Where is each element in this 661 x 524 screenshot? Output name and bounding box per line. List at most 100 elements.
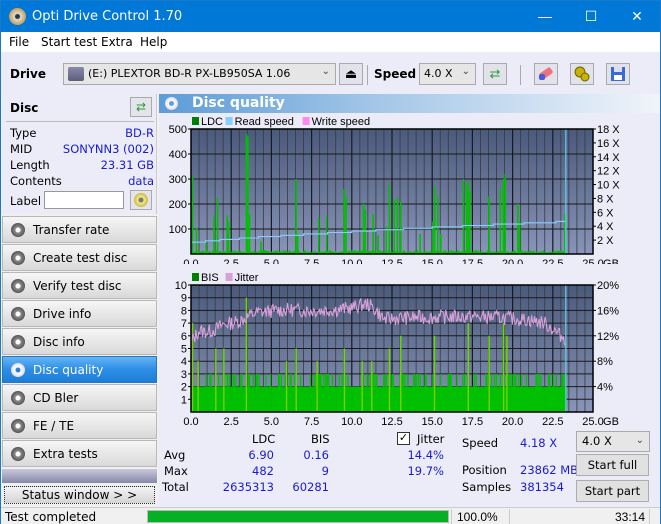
ldc-bar-spike xyxy=(519,221,521,254)
nav-extra-tests[interactable]: Extra tests xyxy=(2,440,157,467)
label-input[interactable] xyxy=(44,191,124,209)
nav-drive-info[interactable]: Drive info xyxy=(2,300,157,327)
start-part-button[interactable]: Start part xyxy=(576,480,649,502)
x-tick-label: 0.0 xyxy=(183,416,198,425)
refresh-icon: ⇄ xyxy=(135,100,147,114)
y-tick-label-right: 16% xyxy=(597,305,619,317)
legend-label: BIS xyxy=(201,272,219,284)
refresh-speed-button[interactable]: ⇄ xyxy=(483,63,507,85)
y-tick-label-left: 200 xyxy=(169,199,187,211)
drive-info-icon xyxy=(11,307,25,321)
bis-bar-spike xyxy=(316,361,318,412)
nav-cd-bler[interactable]: CD Bler xyxy=(2,384,157,411)
ldc-bar-spike xyxy=(396,197,399,254)
progress-fill xyxy=(148,511,448,522)
col-jitter-header: Jitter xyxy=(417,432,445,446)
x-tick-label: 2.5 xyxy=(224,258,239,264)
ldc-bar-spike xyxy=(245,134,248,254)
y-tick-label-right: 18 X xyxy=(597,124,620,136)
settings-button[interactable] xyxy=(570,63,594,85)
disc-refresh-button[interactable]: ⇄ xyxy=(130,97,152,117)
sidebar: Disc ⇄ Type BD-R MID SONYNN3 (002) Length 2… xyxy=(1,94,158,507)
legend-label: LDC xyxy=(201,116,223,128)
label-disc-button[interactable] xyxy=(130,190,152,210)
menu-help[interactable]: Help xyxy=(140,35,167,49)
y-tick-label-right: 10 X xyxy=(597,180,620,192)
ldc-bar-spike xyxy=(400,201,402,254)
bis-bar-spike xyxy=(215,348,217,412)
x-tick-label: 25.0 xyxy=(582,258,603,264)
row-avg-label: Avg xyxy=(164,448,186,462)
legend-swatch xyxy=(225,273,233,281)
bis-bar-spike xyxy=(343,348,346,412)
drive-value: (E:) PLEXTOR BD-R PX-LB950SA 1.06 xyxy=(88,67,291,80)
create-test-disc-icon xyxy=(11,251,25,265)
legend-swatch xyxy=(192,117,199,125)
legend-label: Read speed xyxy=(235,116,294,128)
ldc-bar-spike xyxy=(195,227,198,254)
y-tick-label-right: 20% xyxy=(597,280,619,292)
max-jitter: 19.7% xyxy=(407,464,444,478)
x-tick-label: 20.0 xyxy=(502,258,523,264)
disc-info-icon xyxy=(11,335,25,349)
max-bis: 9 xyxy=(321,464,329,478)
nav-disc-quality[interactable]: Disc quality xyxy=(2,356,157,383)
nav-disc-info[interactable]: Disc info xyxy=(2,328,157,355)
maximize-button[interactable]: ☐ xyxy=(568,1,614,32)
divider xyxy=(509,509,510,524)
drive-select[interactable]: (E:) PLEXTOR BD-R PX-LB950SA 1.06 ⌄ xyxy=(63,63,336,85)
row-total-label: Total xyxy=(162,480,189,494)
nav-create-test-disc[interactable]: Create test disc xyxy=(2,244,157,271)
verify-test-disc-icon xyxy=(11,279,25,293)
eject-button[interactable]: ⏏ xyxy=(339,63,363,85)
toolbar-divider xyxy=(520,65,521,85)
divider xyxy=(649,509,650,524)
ldc-bar-spike xyxy=(393,200,396,254)
y-tick-label-left: 10 xyxy=(175,280,187,292)
ldc-bar-spike xyxy=(247,136,249,254)
samples-value: 381354 xyxy=(520,480,564,494)
x-axis-unit: GB xyxy=(603,258,619,264)
y-tick-label-left: 2 xyxy=(181,382,187,394)
avg-jitter: 14.4% xyxy=(407,448,444,462)
menu-start-test[interactable]: Start test xyxy=(41,35,97,49)
ldc-bar-spike xyxy=(462,179,465,254)
ldc-bar-spike xyxy=(385,226,387,254)
jitter-checkbox[interactable]: ✓ xyxy=(397,432,410,445)
bis-bar-spike xyxy=(223,348,225,412)
ldc-bar-spike xyxy=(419,234,421,254)
row-max-label: Max xyxy=(164,464,188,478)
bis-bar-spike xyxy=(295,348,297,412)
speed-select[interactable]: 4.0 X ⌄ xyxy=(419,63,476,85)
gears-icon xyxy=(574,66,590,82)
divider xyxy=(451,509,452,524)
close-button[interactable]: ✕ xyxy=(614,1,660,32)
save-button[interactable] xyxy=(606,63,630,85)
col-ldc-header: LDC xyxy=(252,432,276,446)
transfer-rate-icon xyxy=(11,223,25,237)
disc-quality-icon xyxy=(11,363,25,377)
start-full-button[interactable]: Start full xyxy=(576,454,649,476)
nav-verify-test-disc[interactable]: Verify test disc xyxy=(2,272,157,299)
drive-icon xyxy=(68,67,84,81)
menu-extra[interactable]: Extra xyxy=(101,35,133,49)
window-title: Opti Drive Control 1.70 xyxy=(32,9,183,24)
nav-fe-te[interactable]: FE / TE xyxy=(2,412,157,439)
y-tick-label-right: 2 X xyxy=(597,235,614,247)
menu-file[interactable]: File xyxy=(9,35,29,49)
x-tick-label: 12.5 xyxy=(381,258,402,264)
bis-bar-spike xyxy=(361,361,363,412)
samples-label: Samples xyxy=(462,480,512,494)
eject-icon: ⏏ xyxy=(344,66,358,81)
minimize-button[interactable]: — xyxy=(522,1,568,32)
erase-button[interactable] xyxy=(534,63,558,85)
ldc-bar-spike xyxy=(377,235,379,254)
status-window-button[interactable]: Status window > > xyxy=(4,486,155,504)
test-speed-select[interactable]: 4.0 X ⌄ xyxy=(576,431,650,452)
ldc-bar-spike xyxy=(437,196,439,254)
toolbar: Drive (E:) PLEXTOR BD-R PX-LB950SA 1.06 … xyxy=(1,52,660,94)
nav-transfer-rate[interactable]: Transfer rate xyxy=(2,216,157,243)
ldc-bar-spike xyxy=(502,179,505,254)
x-axis-unit: GB xyxy=(603,416,619,425)
legend-swatch xyxy=(302,117,310,125)
